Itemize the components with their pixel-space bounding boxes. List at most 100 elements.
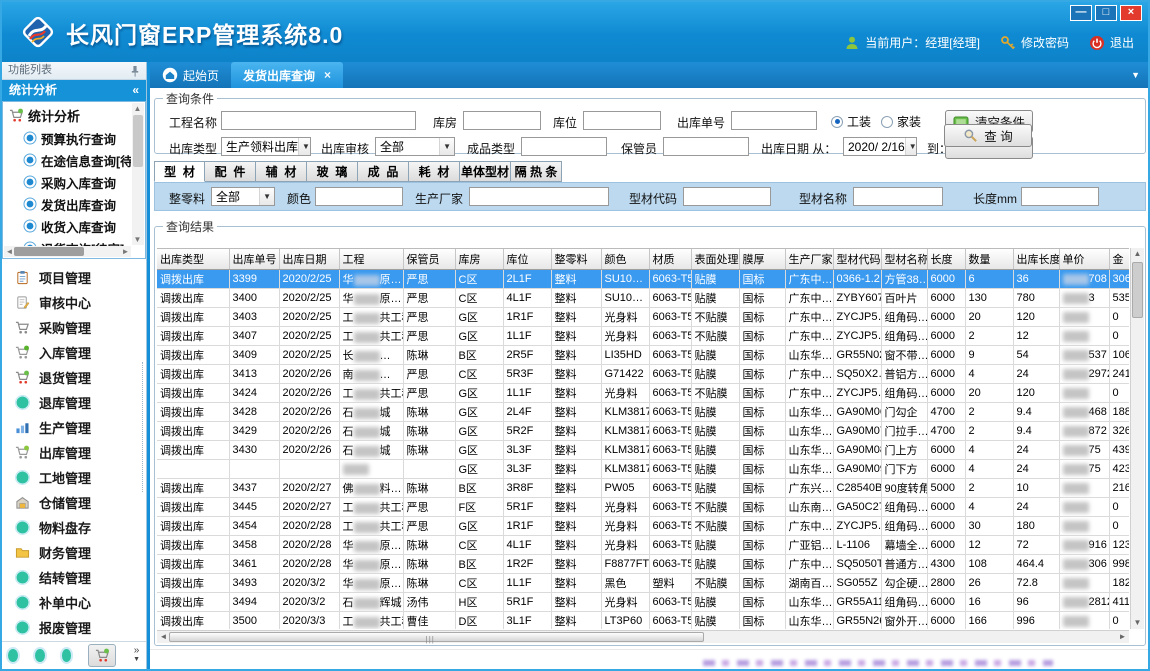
- tree-item[interactable]: 收货入库查询: [5, 215, 131, 237]
- sidebar-item-报废管理[interactable]: 报废管理: [2, 615, 146, 640]
- color-input[interactable]: [315, 187, 403, 206]
- table-row[interactable]: 调拨出库34072020/2/25工共工程严思G区1L1F整料光身料6063-T…: [157, 327, 1129, 346]
- column-header[interactable]: 长度: [927, 249, 965, 270]
- table-row[interactable]: 调拨出库34542020/2/28工共工程严思G区1R1F整料光身料6063-T…: [157, 517, 1129, 536]
- column-header[interactable]: 库房: [455, 249, 503, 270]
- table-row[interactable]: 调拨出库34242020/2/26工共工程严思G区1L1F整料光身料6063-T…: [157, 384, 1129, 403]
- sidebar-item-审核中心[interactable]: 审核中心: [2, 290, 146, 315]
- radio-gongzhuang[interactable]: 工装: [831, 113, 871, 130]
- keeper-input[interactable]: [663, 137, 749, 156]
- search-button[interactable]: 查 询: [944, 124, 1032, 147]
- project-name-input[interactable]: [221, 111, 416, 130]
- material-tab[interactable]: 型 材: [154, 161, 205, 182]
- column-header[interactable]: 材质: [649, 249, 691, 270]
- date-from-select[interactable]: 2020/ 2/16▼: [843, 137, 917, 156]
- column-header[interactable]: 整零料: [551, 249, 601, 270]
- table-row[interactable]: G区3L3F整料KLM38176063-T5贴膜国标山东华…GA90M09…门下…: [157, 460, 1129, 479]
- tree-item[interactable]: 退货查询[待定]: [5, 237, 131, 246]
- stats-group-header[interactable]: 统计分析 «: [2, 80, 146, 101]
- table-row[interactable]: 调拨出库34032020/2/25工共工程严思G区1R1F整料光身料6063-T…: [157, 308, 1129, 327]
- dot-icon[interactable]: [62, 649, 72, 662]
- column-header[interactable]: 数量: [965, 249, 1013, 270]
- material-tab[interactable]: 配 件: [205, 161, 256, 182]
- more-buttons-chevron[interactable]: »▼: [133, 647, 140, 664]
- sidebar-item-财务管理[interactable]: 财务管理: [2, 540, 146, 565]
- sidebar-item-补单中心[interactable]: 补单中心: [2, 590, 146, 615]
- sidebar-item-退库管理[interactable]: 退库管理: [2, 390, 146, 415]
- column-header[interactable]: 型材名称: [881, 249, 927, 270]
- sidebar-item-出库管理[interactable]: 出库管理: [2, 440, 146, 465]
- scroll-up-icon[interactable]: ▲: [1131, 248, 1144, 260]
- pin-icon[interactable]: [130, 65, 140, 77]
- sidebar-item-退货管理[interactable]: 退货管理: [2, 365, 146, 390]
- table-row[interactable]: 调拨出库34582020/2/28华原…陈琳C区4L1F整料光身料6063-T5…: [157, 536, 1129, 555]
- tree-root[interactable]: 统计分析: [5, 104, 131, 127]
- column-header[interactable]: 表面处理: [691, 249, 739, 270]
- material-tab[interactable]: 单体型材: [460, 161, 511, 182]
- sidebar-resize-grip[interactable]: [142, 362, 146, 492]
- table-row[interactable]: 调拨出库34092020/2/25长…陈琳B区2R5F整料LI35HD6063-…: [157, 346, 1129, 365]
- tab-home[interactable]: 起始页: [150, 62, 231, 88]
- table-row[interactable]: 调拨出库34282020/2/26石城陈琳G区2L4F整料KLM38176063…: [157, 403, 1129, 422]
- column-header[interactable]: 单价: [1059, 249, 1109, 270]
- out-type-select[interactable]: 生产领料出库▼: [221, 137, 311, 156]
- tree-item[interactable]: 预算执行查询: [5, 127, 131, 149]
- column-header[interactable]: 膜厚: [739, 249, 785, 270]
- tree-vertical-scrollbar[interactable]: ▲ ▼: [132, 103, 144, 245]
- sidebar-item-生产管理[interactable]: 生产管理: [2, 415, 146, 440]
- sidebar-item-工地管理[interactable]: 工地管理: [2, 465, 146, 490]
- tab-shipment-query[interactable]: 发货出库查询 ×: [231, 62, 343, 88]
- table-row[interactable]: 调拨出库34292020/2/26石城陈琳G区5R2F整料KLM38176063…: [157, 422, 1129, 441]
- tab-close-icon[interactable]: ×: [324, 68, 331, 82]
- sidebar-item-仓储管理[interactable]: 仓储管理: [2, 490, 146, 515]
- scroll-right-icon[interactable]: ►: [1116, 631, 1129, 643]
- column-header[interactable]: 颜色: [601, 249, 649, 270]
- table-row[interactable]: 调拨出库34002020/2/25华原…严思C区4L1F整料SU10…6063-…: [157, 289, 1129, 308]
- column-header[interactable]: 型材代码: [833, 249, 881, 270]
- maximize-button[interactable]: □: [1095, 5, 1117, 21]
- column-header[interactable]: 出库单号: [229, 249, 279, 270]
- scroll-right-icon[interactable]: ►: [120, 246, 131, 257]
- sidebar-item-项目管理[interactable]: 项目管理: [2, 265, 146, 290]
- tree-item[interactable]: 在途信息查询[待: [5, 149, 131, 171]
- dot-icon[interactable]: [8, 649, 18, 662]
- table-row[interactable]: 调拨出库34932020/3/2华原…陈琳C区1L1F整料黑色塑料不贴膜国标湖南…: [157, 574, 1129, 593]
- collapse-icon[interactable]: «: [132, 80, 139, 101]
- order-no-input[interactable]: [731, 111, 817, 130]
- cart-shortcut-button[interactable]: [88, 644, 116, 667]
- profile-code-input[interactable]: [683, 187, 771, 206]
- table-row[interactable]: 调拨出库34612020/2/28华原…陈琳B区1R2F整料F8877FT606…: [157, 555, 1129, 574]
- table-row[interactable]: 调拨出库34302020/2/26石城陈琳G区3L3F整料KLM38176063…: [157, 441, 1129, 460]
- table-horizontal-scrollbar[interactable]: ◄ ||| ►: [157, 630, 1129, 643]
- column-header[interactable]: 出库类型: [157, 249, 229, 270]
- table-row[interactable]: 调拨出库33992020/2/25华原…严思C区2L1F整料SU10…6063-…: [157, 270, 1129, 289]
- table-row[interactable]: 调拨出库34452020/2/27工共工程严思F区5R1F整料光身料6063-T…: [157, 498, 1129, 517]
- tab-list-dropdown-icon[interactable]: ▼: [1131, 70, 1140, 80]
- scrollbar-thumb[interactable]: [133, 115, 143, 167]
- profile-name-input[interactable]: [853, 187, 943, 206]
- column-header[interactable]: 出库日期: [279, 249, 339, 270]
- table-row[interactable]: 调拨出库34372020/2/27佛料…陈琳B区3R8F整料PW056063-T…: [157, 479, 1129, 498]
- table-row[interactable]: 调拨出库34942020/3/2石辉城汤伟H区5R1F整料光身料6063-T5贴…: [157, 593, 1129, 612]
- column-header[interactable]: 生产厂家: [785, 249, 833, 270]
- radio-jiazhuang[interactable]: 家装: [881, 113, 921, 130]
- scrollbar-thumb[interactable]: |||: [169, 632, 704, 642]
- table-row[interactable]: 调拨出库34132020/2/26南…严思C区5R3F整料G714226063-…: [157, 365, 1129, 384]
- sidebar-item-结转管理[interactable]: 结转管理: [2, 565, 146, 590]
- location-input[interactable]: [583, 111, 661, 130]
- sidebar-item-物料盘存[interactable]: 物料盘存: [2, 515, 146, 540]
- logout-button[interactable]: 退出: [1089, 34, 1134, 51]
- column-header[interactable]: 出库长度: [1013, 249, 1059, 270]
- scrollbar-thumb[interactable]: [1132, 262, 1143, 318]
- column-header[interactable]: 保管员: [403, 249, 455, 270]
- dot-icon[interactable]: [35, 649, 45, 662]
- material-tab[interactable]: 玻 璃: [307, 161, 358, 182]
- length-input[interactable]: [1021, 187, 1099, 206]
- scroll-up-icon[interactable]: ▲: [132, 103, 143, 114]
- change-password-button[interactable]: 修改密码: [1000, 34, 1069, 51]
- column-header[interactable]: 金: [1109, 249, 1129, 270]
- manufacturer-input[interactable]: [469, 187, 609, 206]
- table-row[interactable]: 调拨出库35002020/3/3工共工程曹佳D区3L1F整料LT3P606063…: [157, 612, 1129, 630]
- material-tab[interactable]: 耗 材: [409, 161, 460, 182]
- material-tab[interactable]: 辅 材: [256, 161, 307, 182]
